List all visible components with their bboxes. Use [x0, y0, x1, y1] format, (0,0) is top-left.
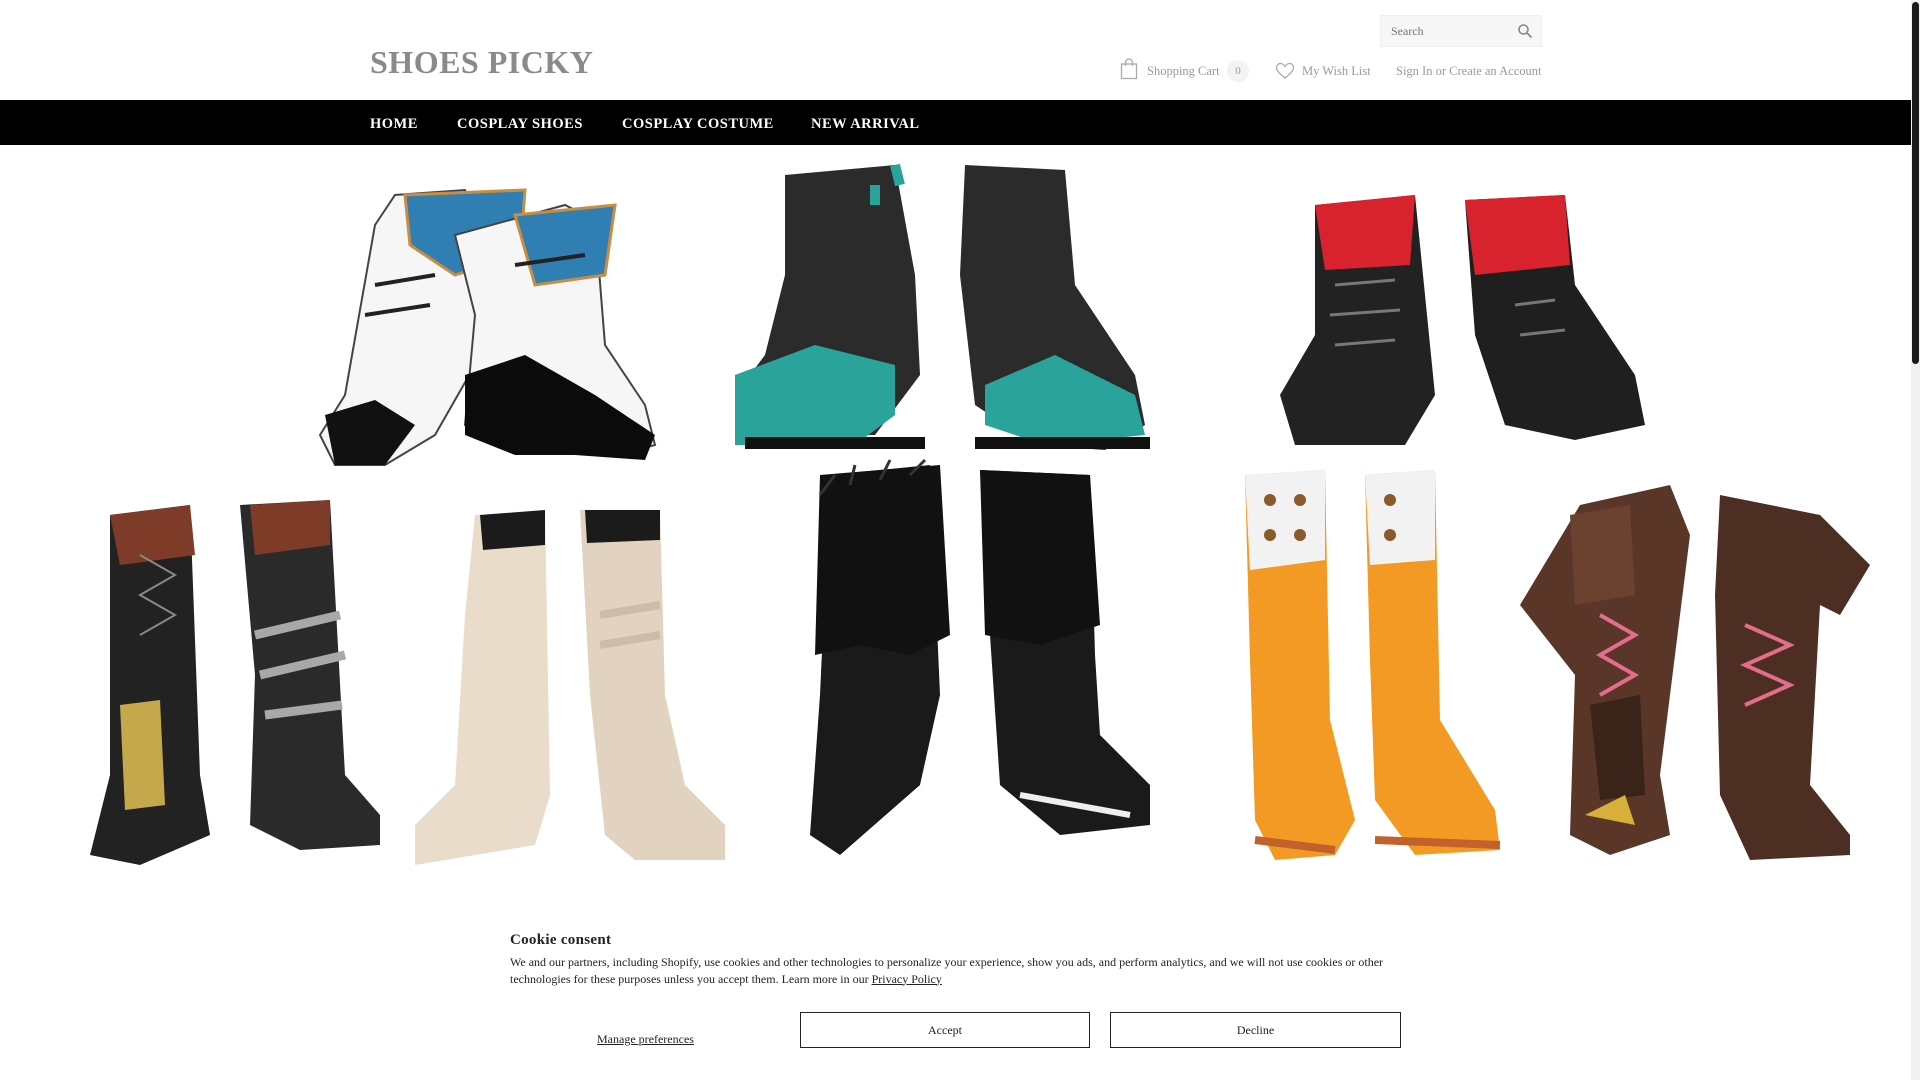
cookie-title: Cookie consent: [510, 932, 612, 948]
create-account-link[interactable]: Create an Account: [1449, 64, 1541, 78]
shoe-image-teal-black-boot: [735, 163, 1150, 450]
shoe-image-brown-pink-laced-boot: [1520, 485, 1870, 860]
shoe-image-fur-boot: [810, 458, 1150, 855]
cookie-consent-banner: Cookie consent We and our partners, incl…: [460, 910, 1420, 1080]
cart-label: Shopping Cart: [1147, 64, 1220, 78]
nav-home[interactable]: HOME: [370, 116, 418, 133]
scrollbar-thumb[interactable]: [1912, 2, 1919, 364]
heart-icon: [1275, 62, 1295, 79]
account-links: Sign In or Create an Account: [1396, 64, 1541, 79]
accept-button[interactable]: Accept: [800, 1012, 1090, 1048]
site-header: SHOES PICKY Shopping Cart 0 My Wish List…: [0, 0, 1911, 100]
shopping-bag-icon: [1120, 58, 1138, 80]
sign-in-link[interactable]: Sign In: [1396, 64, 1432, 78]
search-box: [1380, 15, 1542, 47]
page-scrollbar[interactable]: [1911, 0, 1920, 1080]
shoe-image-tall-laced-boot: [90, 500, 380, 865]
cookie-description: We and our partners, including Shopify, …: [510, 954, 1400, 987]
manage-preferences-button[interactable]: Manage preferences: [597, 1032, 694, 1047]
nav-cosplay-costume[interactable]: COSPLAY COSTUME: [622, 116, 774, 133]
shoe-image-cream-boot: [415, 510, 725, 865]
cart-count-badge: 0: [1227, 60, 1249, 82]
wishlist-label: My Wish List: [1302, 64, 1371, 78]
main-navigation: HOME COSPLAY SHOES COSPLAY COSTUME NEW A…: [0, 100, 1911, 145]
account-or-text: or: [1435, 64, 1447, 78]
shoe-image-red-black-boot: [1280, 195, 1645, 445]
hero-banner[interactable]: [0, 145, 1911, 880]
shoe-image-white-blue-boot: [318, 188, 657, 466]
search-icon[interactable]: [1517, 23, 1533, 39]
nav-new-arrival[interactable]: NEW ARRIVAL: [811, 116, 920, 133]
search-input[interactable]: [1389, 21, 1513, 41]
decline-button[interactable]: Decline: [1110, 1012, 1401, 1048]
cookie-text: We and our partners, including Shopify, …: [510, 955, 1384, 986]
site-logo[interactable]: SHOES PICKY: [370, 44, 593, 81]
nav-cosplay-shoes[interactable]: COSPLAY SHOES: [457, 116, 583, 133]
privacy-policy-link[interactable]: Privacy Policy: [872, 972, 942, 986]
shoe-image-orange-boot: [1245, 470, 1501, 860]
